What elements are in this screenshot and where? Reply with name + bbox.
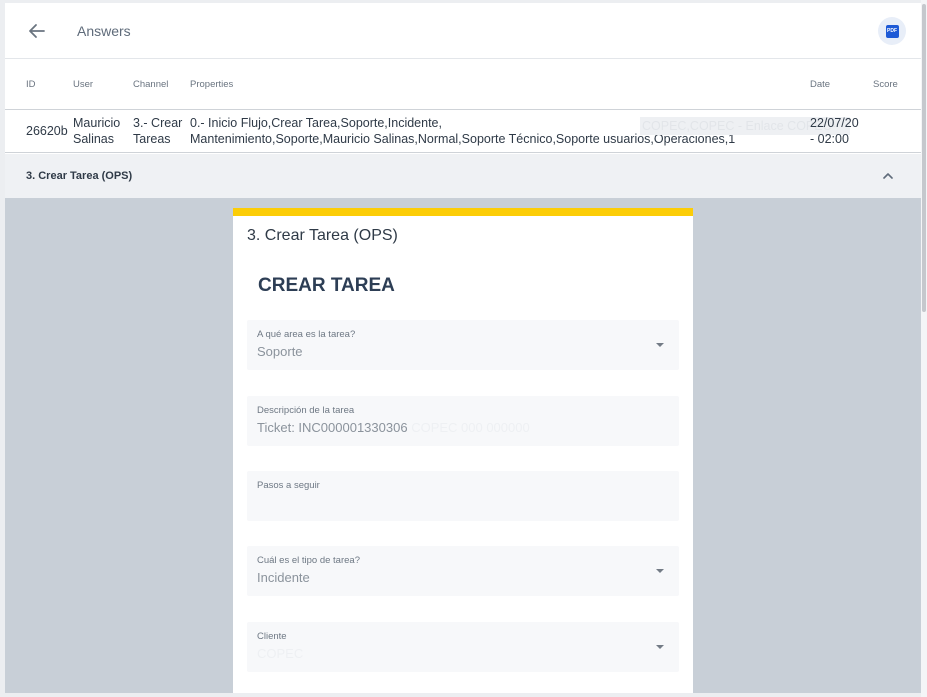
cell-channel: 3.- Crear Tareas — [133, 115, 182, 147]
client-select[interactable]: Cliente COPEC — [247, 622, 679, 672]
steps-field[interactable]: Pasos a seguir — [247, 471, 679, 521]
section-header[interactable]: 3. Crear Tarea (OPS) — [5, 154, 921, 198]
column-header-score[interactable]: Score — [873, 79, 898, 90]
table-row[interactable]: 26620b Mauricio Salinas 3.- Crear Tareas… — [5, 111, 921, 153]
page-scrollbar[interactable] — [921, 0, 927, 697]
cell-channel-line1: 3.- Crear — [133, 116, 183, 130]
area-select[interactable]: A qué area es la tarea? Soporte — [247, 320, 679, 370]
cell-channel-line2: Tareas — [133, 132, 171, 146]
field-label: Pasos a seguir — [257, 480, 320, 491]
card-title: 3. Crear Tarea (OPS) — [247, 227, 398, 244]
caret-down-icon[interactable] — [656, 645, 664, 649]
cell-user: Mauricio Salinas — [73, 115, 120, 147]
cell-id: 26620b — [26, 124, 68, 138]
field-label: Cliente — [257, 631, 287, 642]
description-field[interactable]: Descripción de la tarea Ticket: INC00000… — [247, 396, 679, 446]
form-heading: CREAR TAREA — [258, 275, 395, 296]
pdf-export-button[interactable]: PDF — [878, 17, 906, 45]
field-value: COPEC — [257, 646, 304, 661]
column-header-properties[interactable]: Properties — [190, 79, 233, 90]
table-header: ID User Channel Properties Date Score — [5, 60, 921, 110]
cell-user-line1: Mauricio — [73, 116, 121, 130]
cell-date-line1: 22/07/20 — [810, 116, 859, 130]
caret-down-icon[interactable] — [656, 569, 664, 573]
field-value-text: Ticket: INC000001330306 — [257, 420, 408, 435]
top-bar: Answers PDF — [5, 3, 921, 59]
pdf-icon: PDF — [885, 24, 899, 38]
field-label: Cuál es el tipo de tarea? — [257, 555, 360, 566]
column-header-channel[interactable]: Channel — [133, 79, 168, 90]
answers-window: Answers PDF ID User Channel Properties D… — [5, 3, 921, 693]
chevron-up-icon[interactable] — [880, 168, 896, 184]
field-label: A qué area es la tarea? — [257, 329, 356, 340]
form-card: 3. Crear Tarea (OPS) CREAR TAREA A qué a… — [233, 208, 693, 693]
field-value-ghost: COPEC 000 000000 — [411, 420, 530, 435]
cell-properties: 0.- Inicio Flujo,Crear Tarea,Soporte,Inc… — [190, 115, 850, 147]
back-arrow-icon[interactable] — [25, 19, 49, 43]
cell-user-line2: Salinas — [73, 132, 114, 146]
cell-date-line2: - 02:00 — [810, 132, 849, 146]
field-value: Incidente — [257, 570, 310, 585]
field-label: Descripción de la tarea — [257, 405, 355, 416]
section-title: 3. Crear Tarea (OPS) — [26, 170, 133, 182]
cell-date: 22/07/20 - 02:00 — [810, 115, 859, 147]
column-header-id[interactable]: ID — [26, 79, 36, 90]
column-header-user[interactable]: User — [73, 79, 93, 90]
form-preview-area: 3. Crear Tarea (OPS) CREAR TAREA A qué a… — [5, 198, 921, 693]
field-value: Ticket: INC000001330306 COPEC 000 000000 — [257, 420, 530, 435]
column-header-date[interactable]: Date — [810, 79, 830, 90]
scrollbar-thumb[interactable] — [922, 4, 926, 312]
task-type-select[interactable]: Cuál es el tipo de tarea? Incidente — [247, 546, 679, 596]
caret-down-icon[interactable] — [656, 343, 664, 347]
page-title: Answers — [77, 23, 131, 39]
field-value: Soporte — [257, 344, 303, 359]
